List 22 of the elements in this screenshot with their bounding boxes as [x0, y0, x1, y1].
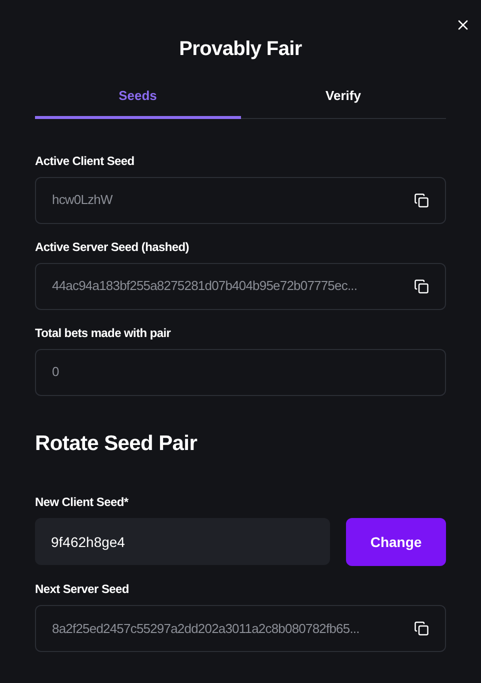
- field-label: New Client Seed*: [35, 494, 130, 511]
- field-value: 44ac94a183bf255a8275281d07b404b95e72b07775ec...: [52, 277, 358, 296]
- field-label: Next Server Seed: [35, 581, 130, 598]
- field-value: hcw0LzhW: [52, 191, 114, 210]
- field-value: 8a2f25ed2457c55297a2dd202a3011a2c8b080782fb65...: [52, 620, 360, 638]
- field-label: Total bets made with pair: [35, 324, 172, 342]
- dialog-title: Provably Fair: [178, 37, 303, 62]
- change-button[interactable]: Change: [346, 518, 446, 566]
- field-value: 0: [52, 363, 60, 382]
- readonly-field[interactable]: 8a2f25ed2457c55297a2dd202a3011a2c8b080782fb65...: [35, 605, 446, 652]
- readonly-field[interactable]: hcw0LzhW: [35, 176, 446, 224]
- tab[interactable]: Seeds: [35, 86, 240, 118]
- copy-icon[interactable]: [414, 192, 429, 208]
- readonly-field[interactable]: 44ac94a183bf255a8275281d07b404b95e72b07775ec...: [35, 262, 446, 310]
- readonly-field[interactable]: 0: [35, 348, 446, 396]
- field-label: Active Client Seed: [35, 152, 136, 170]
- copy-icon[interactable]: [414, 278, 429, 294]
- input-field[interactable]: 9f462h8ge4: [35, 518, 330, 565]
- section-heading: Rotate Seed Pair: [35, 430, 198, 456]
- field-label: Active Server Seed (hashed): [35, 238, 190, 256]
- tab[interactable]: Verify: [240, 86, 446, 118]
- copy-icon[interactable]: [414, 621, 429, 636]
